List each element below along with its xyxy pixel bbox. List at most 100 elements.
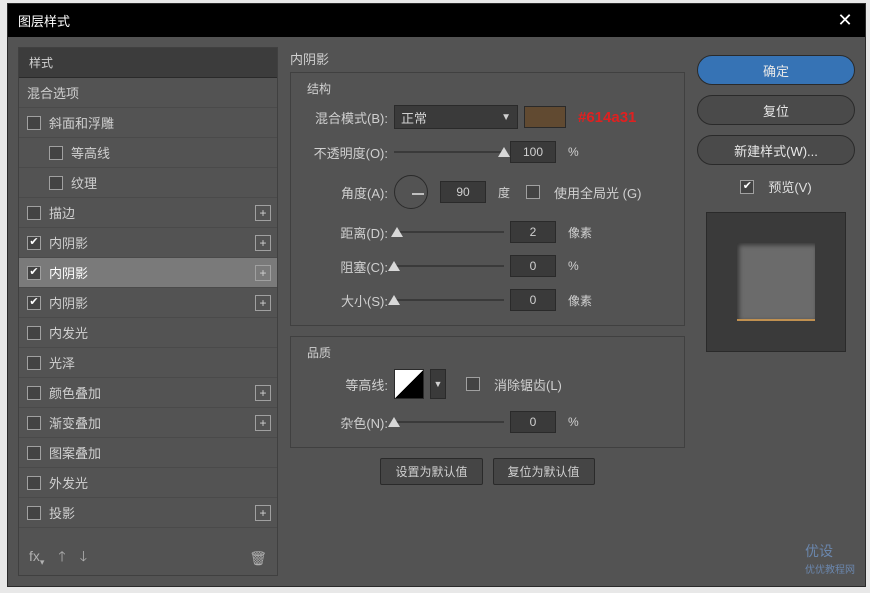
noise-input[interactable] (510, 411, 556, 433)
style-label: 内阴影 (49, 293, 88, 312)
style-checkbox[interactable] (49, 176, 63, 190)
choke-row: 阻塞(C): % (303, 255, 672, 277)
contour-dropdown[interactable]: ▼ (430, 369, 446, 399)
size-unit: 像素 (568, 292, 592, 309)
structure-legend: 结构 (303, 80, 335, 97)
style-row-5[interactable]: 内阴影+ (19, 258, 277, 288)
style-row-13[interactable]: 投影 + (19, 498, 277, 528)
noise-row: 杂色(N): % (303, 411, 672, 433)
style-row-3[interactable]: 描边 + (19, 198, 277, 228)
style-checkbox[interactable] (49, 146, 63, 160)
style-checkbox[interactable] (27, 506, 41, 520)
choke-input[interactable] (510, 255, 556, 277)
style-checkbox[interactable] (27, 476, 41, 490)
blend-mode-value: 正常 (401, 108, 427, 127)
opacity-input[interactable] (510, 141, 556, 163)
noise-label: 杂色(N): (303, 413, 388, 432)
reset-default-button[interactable]: 复位为默认值 (493, 458, 595, 485)
distance-input[interactable] (510, 221, 556, 243)
opacity-slider[interactable] (394, 145, 504, 159)
close-icon[interactable]: ✕ (835, 10, 855, 31)
blend-mode-select[interactable]: 正常 ▼ (394, 105, 518, 129)
quality-legend: 品质 (303, 344, 335, 361)
styles-header: 样式 (19, 48, 277, 78)
style-row-2[interactable]: 纹理 (19, 168, 277, 198)
add-effect-icon[interactable]: + (255, 505, 271, 521)
delete-icon[interactable]: 🗑 (249, 550, 267, 567)
distance-label: 距离(D): (303, 223, 388, 242)
style-checkbox[interactable] (27, 356, 41, 370)
style-row-8[interactable]: 光泽 (19, 348, 277, 378)
contour-picker[interactable] (394, 369, 424, 399)
add-effect-icon[interactable]: + (255, 265, 271, 281)
blend-mode-label: 混合模式(B): (303, 108, 388, 127)
style-row-12[interactable]: 外发光 (19, 468, 277, 498)
noise-unit: % (568, 415, 579, 429)
styles-list-panel: 样式 混合选项 斜面和浮雕等高线纹理描边+内阴影+内阴影+内阴影+内发光光泽颜色… (18, 47, 278, 576)
opacity-label: 不透明度(O): (303, 143, 388, 162)
style-row-0[interactable]: 斜面和浮雕 (19, 108, 277, 138)
move-down-icon[interactable]: 🡓 (80, 546, 87, 570)
style-row-1[interactable]: 等高线 (19, 138, 277, 168)
size-input[interactable] (510, 289, 556, 311)
global-light-checkbox[interactable] (526, 185, 540, 199)
global-light-label: 使用全局光 (G) (554, 183, 641, 202)
style-checkbox[interactable] (27, 326, 41, 340)
new-style-button[interactable]: 新建样式(W)... (697, 135, 855, 165)
add-effect-icon[interactable]: + (255, 235, 271, 251)
move-up-icon[interactable]: 🡑 (58, 546, 65, 570)
color-swatch[interactable] (524, 106, 566, 128)
watermark-main: 优设 (805, 543, 833, 559)
style-checkbox[interactable] (27, 296, 41, 310)
cancel-button[interactable]: 复位 (697, 95, 855, 125)
style-checkbox[interactable] (27, 416, 41, 430)
choke-slider[interactable] (394, 259, 504, 273)
style-label: 内阴影 (49, 233, 88, 252)
action-panel: 确定 复位 新建样式(W)... 预览(V) (697, 47, 855, 576)
add-effect-icon[interactable]: + (255, 385, 271, 401)
style-label: 光泽 (49, 353, 75, 372)
add-effect-icon[interactable]: + (255, 295, 271, 311)
add-effect-icon[interactable]: + (255, 415, 271, 431)
style-row-11[interactable]: 图案叠加 (19, 438, 277, 468)
style-label: 外发光 (49, 473, 88, 492)
structure-group: 结构 混合模式(B): 正常 ▼ #614a31 不透明度(O): % (290, 72, 685, 326)
ok-button[interactable]: 确定 (697, 55, 855, 85)
style-checkbox[interactable] (27, 236, 41, 250)
style-label: 等高线 (71, 143, 110, 162)
antialias-checkbox[interactable] (466, 377, 480, 391)
blend-mode-row: 混合模式(B): 正常 ▼ #614a31 (303, 105, 672, 129)
style-checkbox[interactable] (27, 116, 41, 130)
style-row-6[interactable]: 内阴影 + (19, 288, 277, 318)
angle-unit: 度 (498, 184, 510, 201)
add-effect-icon[interactable]: + (255, 205, 271, 221)
watermark-sub: 优优教程网 (805, 561, 855, 576)
angle-input[interactable] (440, 181, 486, 203)
style-label: 纹理 (71, 173, 97, 192)
style-label: 投影 (49, 503, 75, 522)
defaults-row: 设置为默认值 复位为默认值 (290, 458, 685, 485)
style-checkbox[interactable] (27, 266, 41, 280)
style-checkbox[interactable] (27, 206, 41, 220)
size-slider[interactable] (394, 293, 504, 307)
noise-slider[interactable] (394, 415, 504, 429)
set-default-button[interactable]: 设置为默认值 (380, 458, 482, 485)
style-row-10[interactable]: 渐变叠加+ (19, 408, 277, 438)
style-label: 图案叠加 (49, 443, 101, 462)
style-row-4[interactable]: 内阴影 + (19, 228, 277, 258)
size-row: 大小(S): 像素 (303, 289, 672, 311)
preview-checkbox[interactable] (740, 180, 754, 194)
blend-options-label: 混合选项 (27, 83, 79, 102)
style-label: 描边 (49, 203, 75, 222)
choke-unit: % (568, 259, 579, 273)
distance-slider[interactable] (394, 225, 504, 239)
blend-options-row[interactable]: 混合选项 (19, 78, 277, 108)
angle-dial[interactable] (394, 175, 428, 209)
style-row-7[interactable]: 内发光 (19, 318, 277, 348)
style-checkbox[interactable] (27, 446, 41, 460)
style-row-9[interactable]: 颜色叠加 + (19, 378, 277, 408)
fx-icon[interactable]: fx▾ (29, 548, 44, 568)
style-checkbox[interactable] (27, 386, 41, 400)
style-label: 颜色叠加 (49, 383, 101, 402)
style-label: 内发光 (49, 323, 88, 342)
